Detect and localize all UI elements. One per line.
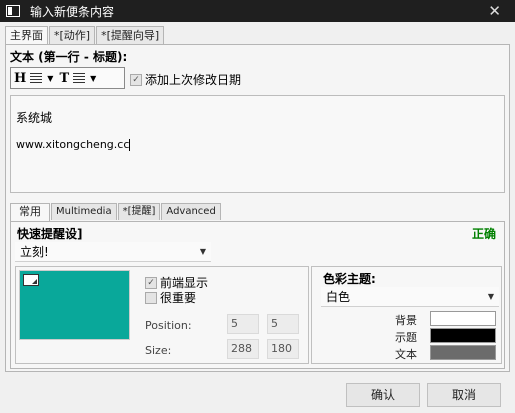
editor-body-text: www.xitongcheng.cc [16,138,130,151]
chevron-down-icon: ▼ [199,247,206,256]
cancel-button[interactable]: 取消 [427,383,501,407]
position-x-field[interactable]: 5 [227,314,259,334]
tab-reminder[interactable]: *[提醒] [117,203,161,220]
note-corner-icon [23,274,39,286]
main-panel: 文本 (第一行 - 标题): H ▼ T ▼ ✓ 添加上次修改日期 系统城 ww… [5,44,510,372]
title-color-label: 示题 [395,331,417,344]
text-format-dropdown[interactable]: T ▼ [56,68,99,88]
heading-format-dropdown[interactable]: H ▼ [11,68,56,88]
text-color-label: 文本 [395,348,417,361]
tab-main[interactable]: 主界面 [5,26,48,45]
tab-advanced[interactable]: Advanced [161,203,221,220]
tab-multimedia[interactable]: Multimedia [51,203,117,220]
title-color-swatch[interactable] [430,328,496,343]
text-icon: T [59,70,70,86]
quick-reminder-select[interactable]: 立刻! ▼ [15,242,211,262]
format-toolbar: H ▼ T ▼ [10,67,125,89]
align-lines-icon [30,73,43,83]
add-date-label: 添加上次修改日期 [145,73,242,87]
text-section-label: 文本 (第一行 - 标题): [10,50,128,64]
important-checkbox[interactable]: 很重要 [145,289,196,306]
quick-reminder-label: 快速提醒设] [17,227,83,241]
position-label: Position: [145,319,192,332]
size-height-field[interactable]: 180 [267,339,299,359]
text-caret [129,139,131,151]
status-badge: 正确 [471,227,496,241]
tab-actions[interactable]: *[动作] [49,26,96,44]
window-title: 输入新便条内容 [30,4,115,19]
checkbox-checked-icon: ✓ [145,276,157,289]
chevron-down-icon: ▼ [47,73,54,83]
note-color-preview[interactable] [19,270,130,340]
note-appearance-group: ✓ 前端显示 很重要 Position: 5 5 Size: 288 180 [15,266,309,364]
tab-reminder-wizard[interactable]: *[提醒向导] [96,26,165,44]
main-tab-bar: 主界面 *[动作] *[提醒向导] [5,26,165,45]
color-theme-value: 白色 [326,290,351,304]
color-theme-group: 色彩主题: 白色 ▼ 背景 示题 文本 [311,266,502,364]
align-lines-icon [73,73,86,83]
tab-common[interactable]: 常用 [10,203,50,221]
background-color-label: 背景 [395,314,417,327]
chevron-down-icon: ▼ [487,292,494,301]
quick-reminder-value: 立刻! [20,245,49,259]
color-theme-label: 色彩主题: [323,272,376,286]
text-color-swatch[interactable] [430,345,496,360]
background-color-swatch[interactable] [430,311,496,326]
note-text-editor[interactable]: 系统城 www.xitongcheng.cc [10,95,505,193]
size-width-field[interactable]: 288 [227,339,259,359]
sub-tab-bar: 常用 Multimedia *[提醒] Advanced [10,203,222,221]
ok-button[interactable]: 确认 [346,383,420,407]
editor-line-title: 系统城 [16,111,53,125]
common-panel: 快速提醒设] 正确 立刻! ▼ ✓ 前端显示 很重要 Position: 5 5… [10,221,505,369]
size-label: Size: [145,344,172,357]
chevron-down-icon: ▼ [90,73,97,83]
close-icon[interactable]: ✕ [488,2,501,20]
color-theme-select[interactable]: 白色 ▼ [321,287,499,307]
add-date-checkbox[interactable]: ✓ 添加上次修改日期 [130,71,241,88]
checkbox-checked-icon: ✓ [130,73,142,86]
heading-icon: H [14,70,27,86]
checkbox-unchecked-icon [145,291,157,304]
title-bar: 输入新便条内容 ✕ [0,0,515,22]
position-y-field[interactable]: 5 [267,314,299,334]
editor-line-body: www.xitongcheng.cc [16,138,499,151]
important-label: 很重要 [160,291,197,305]
app-icon [6,5,20,17]
